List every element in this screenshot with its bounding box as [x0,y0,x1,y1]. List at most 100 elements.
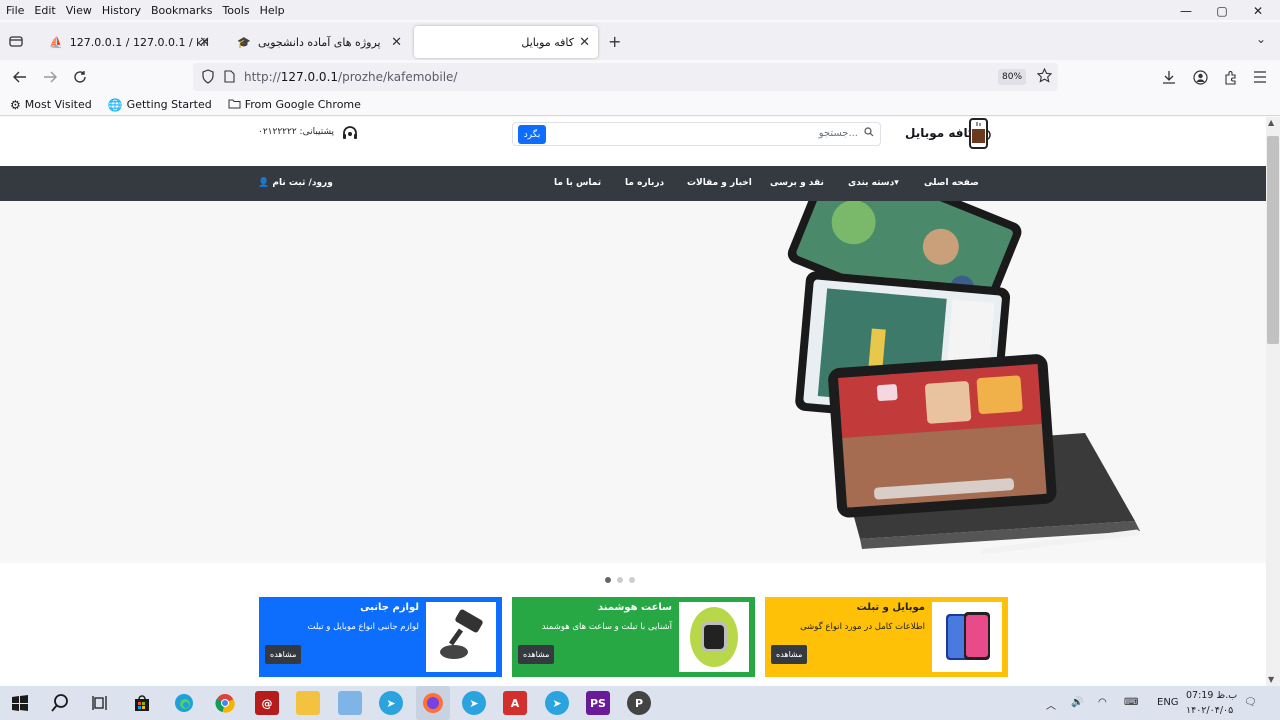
bookmark-most-visited[interactable]: ⚙ Most Visited [10,98,92,112]
carousel-indicator-2[interactable] [617,577,623,583]
shield-icon[interactable] [201,69,215,87]
scroll-up-arrow-icon[interactable]: ▲ [1268,118,1274,127]
account-icon[interactable] [1188,66,1212,88]
card-description: اطلاعات کامل در مورد انواع گوشی [800,622,925,632]
menu-history[interactable]: History [98,4,145,17]
card-title: لوازم جانبی [360,602,419,613]
app-icon-red[interactable]: @ [255,691,279,715]
close-icon[interactable]: ✕ [579,35,590,50]
wifi-icon[interactable]: ◠ [1098,697,1107,708]
url-bar[interactable]: http://127.0.0.1/prozhe/kafemobile/ 80% [193,63,1058,91]
file-explorer-icon[interactable] [296,691,320,715]
notes-icon[interactable] [338,691,362,715]
site-logo[interactable]: کافه موبایل [900,117,996,151]
forward-arrow-icon[interactable] [38,66,62,88]
search-placeholder: جستجو... [818,128,858,139]
clock-date[interactable]: ۱۴۰۲/۰۴/۰۵ [1186,705,1233,716]
view-button[interactable]: مشاهده [771,645,808,664]
maximize-button[interactable]: ▢ [1204,0,1240,22]
nav-categories[interactable]: دسته بندی▾ [848,178,899,188]
download-icon[interactable] [1157,66,1181,88]
menu-file[interactable]: File [2,4,28,17]
scroll-down-arrow-icon[interactable]: ▼ [1268,675,1274,684]
telegram-icon-3[interactable]: ➤ [545,691,569,715]
chrome-icon[interactable] [213,691,237,715]
telegram-icon-2[interactable]: ➤ [462,691,486,715]
nav-about[interactable]: درباره ما [625,178,664,188]
phpstorm-icon[interactable]: PS [586,691,610,715]
navigation-toolbar: http://127.0.0.1/prozhe/kafemobile/ 80% [0,60,1280,94]
bookmark-label: Most Visited [24,98,92,111]
menu-view[interactable]: View [62,4,96,17]
view-button[interactable]: مشاهده [518,645,555,664]
url-text[interactable]: http://127.0.0.1/prozhe/kafemobile/ [244,70,457,84]
acrobat-icon[interactable]: A [503,691,527,715]
bookmark-label: From Google Chrome [244,98,361,111]
menu-bookmarks[interactable]: Bookmarks [147,4,216,17]
nav-news[interactable]: اخبار و مقالات [687,178,752,188]
category-card-accessories[interactable]: لوازم جانبی لوازم جانبی انواع موبایل و ت… [259,597,502,677]
language-indicator[interactable]: ENG [1157,697,1179,708]
nav-home[interactable]: صفحه اصلی [924,178,979,188]
close-icon[interactable]: ✕ [199,35,210,50]
card-description: آشنایی با تبلت و ساعت های هوشمند [541,622,672,632]
store-icon[interactable] [130,691,154,715]
tab-phpmyadmin[interactable]: ⛵ 127.0.0.1 / 127.0.0.1 / kif / users ✕ [38,26,218,58]
psiphon-icon[interactable]: P [627,691,651,715]
tab-kafemobile[interactable]: کافه موبایل ✕ [414,26,598,58]
carousel-indicator-3[interactable] [629,577,635,583]
nav-contact[interactable]: تماس با ما [554,178,601,188]
view-button[interactable]: مشاهده [265,645,302,664]
card-title: موبایل و تبلت [856,602,925,613]
clock-time[interactable]: 07:19 ب.ظ [1186,690,1237,701]
extensions-icon[interactable] [1218,66,1242,88]
category-card-mobile[interactable]: موبایل و تبلت اطلاعات کامل در مورد انواع… [765,597,1008,677]
search-input[interactable] [549,123,859,145]
menu-help[interactable]: Help [256,4,289,17]
edge-icon[interactable] [172,691,196,715]
zoom-indicator[interactable]: 80% [998,69,1027,85]
hamburger-menu-icon[interactable] [1248,66,1272,88]
folder-icon [228,98,241,112]
new-tab-button[interactable]: + [608,32,621,51]
minimize-button[interactable]: — [1168,0,1204,22]
reload-icon[interactable] [68,66,92,88]
search-icon [864,127,874,140]
search-icon[interactable] [48,691,72,715]
windows-start-icon[interactable] [8,691,32,715]
firefox-icon[interactable] [416,686,450,720]
caret-down-icon: ▾ [894,178,899,188]
list-tabs-chevron-icon[interactable]: ⌄ [1256,32,1266,46]
bookmark-from-google-chrome[interactable]: From Google Chrome [228,98,361,112]
tab-overview-icon[interactable] [6,31,26,51]
menu-tools[interactable]: Tools [218,4,253,17]
window-close-button[interactable]: ✕ [1240,0,1276,22]
url-host: 127.0.0.1 [280,70,339,84]
star-icon[interactable] [1036,67,1053,86]
tray-chevron-up-icon[interactable]: ︿ [1046,697,1056,712]
page-icon[interactable] [224,70,235,86]
nav-reviews[interactable]: نقد و برسی [770,178,824,188]
nav-login[interactable]: 👤 ورود/ ثبت نام [258,178,333,188]
telegram-icon[interactable]: ➤ [379,691,403,715]
notifications-icon[interactable]: 🗨 [1244,697,1257,708]
site-search: بگرد جستجو... [512,122,881,146]
close-icon[interactable]: ✕ [391,35,402,50]
back-arrow-icon[interactable] [8,66,32,88]
search-button[interactable]: بگرد [518,125,546,144]
volume-icon[interactable]: 🔊 [1071,697,1083,708]
main-nav: صفحه اصلی دسته بندی▾ نقد و برسی اخبار و … [0,166,1266,201]
nav-categories-label: دسته بندی [848,178,895,188]
carousel-indicator-1[interactable] [605,577,611,583]
tab-projects[interactable]: 🎓 پروژه های آماده دانشجویی ✕ [226,26,410,58]
task-view-icon[interactable] [88,691,112,715]
phone-holder-image [426,602,496,672]
url-prefix: http:// [244,70,281,84]
bookmark-getting-started[interactable]: 🌐 Getting Started [108,98,212,112]
category-card-smartwatch[interactable]: ساعت هوشمند آشنایی با تبلت و ساعت های هو… [512,597,755,677]
login-label: ورود/ ثبت نام [272,178,333,188]
keyboard-icon[interactable]: ⌨ [1124,697,1138,708]
scrollbar-thumb[interactable] [1267,136,1279,344]
hero-carousel-slide[interactable] [0,201,1266,563]
menu-edit[interactable]: Edit [30,4,59,17]
